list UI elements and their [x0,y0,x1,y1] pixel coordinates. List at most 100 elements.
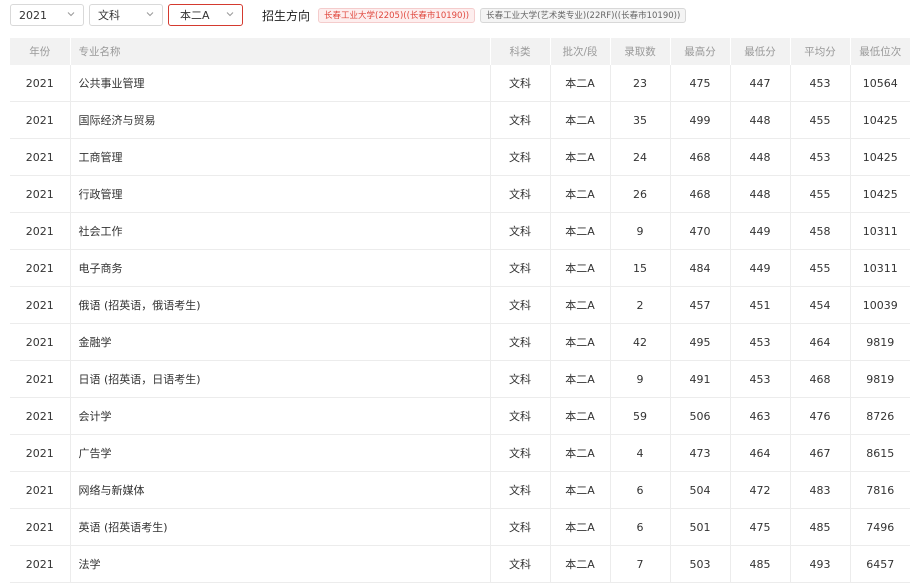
cell-subject: 文科 [490,360,551,398]
cell-avg-score: 453 [790,65,851,102]
year-select[interactable]: 2021 [10,4,84,26]
subject-select-value: 文科 [98,9,120,22]
cell-min-rank: 10311 [850,249,910,287]
cell-min-rank: 8726 [850,397,910,435]
table-row: 2021 法学 文科 本二A 7 503 485 493 6457 [10,545,910,583]
cell-subject: 文科 [490,138,551,176]
cell-min-score: 451 [730,286,791,324]
cell-batch: 本二A [550,249,611,287]
cell-year: 2021 [10,434,71,472]
cell-enrolled: 6 [610,471,671,509]
col-header-enrolled: 录取数 [610,38,671,65]
cell-max-score: 484 [670,249,731,287]
cell-max-score: 495 [670,323,731,361]
cell-avg-score: 483 [790,471,851,509]
cell-max-score: 468 [670,175,731,213]
cell-major: 广告学 [70,434,491,472]
cell-avg-score: 464 [790,323,851,361]
cell-major: 社会工作 [70,212,491,250]
cell-min-score: 447 [730,65,791,102]
table-row: 2021 会计学 文科 本二A 59 506 463 476 8726 [10,397,910,435]
cell-subject: 文科 [490,286,551,324]
cell-min-score: 485 [730,545,791,583]
cell-max-score: 470 [670,212,731,250]
table-row: 2021 行政管理 文科 本二A 26 468 448 455 10425 [10,175,910,213]
cell-enrolled: 7 [610,545,671,583]
cell-max-score: 503 [670,545,731,583]
cell-min-score: 472 [730,471,791,509]
table-header-row: 年份 专业名称 科类 批次/段 录取数 最高分 最低分 平均分 最低位次 [10,38,910,65]
cell-year: 2021 [10,212,71,250]
cell-batch: 本二A [550,286,611,324]
cell-min-score: 453 [730,323,791,361]
cell-year: 2021 [10,471,71,509]
cell-major: 英语 (招英语考生) [70,508,491,546]
cell-major: 法学 [70,545,491,583]
cell-avg-score: 485 [790,508,851,546]
cell-max-score: 491 [670,360,731,398]
cell-min-score: 449 [730,212,791,250]
cell-batch: 本二A [550,175,611,213]
cell-subject: 文科 [490,397,551,435]
cell-max-score: 499 [670,101,731,139]
cell-enrolled: 23 [610,65,671,102]
cell-avg-score: 458 [790,212,851,250]
cell-major: 公共事业管理 [70,65,491,102]
cell-min-score: 448 [730,101,791,139]
cell-min-rank: 7496 [850,508,910,546]
cell-major: 金融学 [70,323,491,361]
cell-min-score: 464 [730,434,791,472]
cell-min-rank: 6457 [850,545,910,583]
cell-batch: 本二A [550,545,611,583]
cell-avg-score: 493 [790,545,851,583]
cell-major: 电子商务 [70,249,491,287]
cell-enrolled: 2 [610,286,671,324]
cell-batch: 本二A [550,508,611,546]
cell-enrolled: 59 [610,397,671,435]
cell-subject: 文科 [490,323,551,361]
cell-batch: 本二A [550,323,611,361]
cell-major: 会计学 [70,397,491,435]
table-row: 2021 日语 (招英语，日语考生) 文科 本二A 9 491 453 468 9819 [10,360,910,398]
cell-subject: 文科 [490,249,551,287]
batch-select[interactable]: 本二A [168,4,243,26]
cell-major: 国际经济与贸易 [70,101,491,139]
cell-subject: 文科 [490,471,551,509]
cell-avg-score: 455 [790,249,851,287]
chevron-down-icon [146,12,154,17]
cell-year: 2021 [10,249,71,287]
table-row: 2021 国际经济与贸易 文科 本二A 35 499 448 455 10425 [10,101,910,139]
cell-min-rank: 10039 [850,286,910,324]
cell-major: 工商管理 [70,138,491,176]
subject-select[interactable]: 文科 [89,4,163,26]
cell-batch: 本二A [550,397,611,435]
table-row: 2021 社会工作 文科 本二A 9 470 449 458 10311 [10,212,910,250]
cell-enrolled: 4 [610,434,671,472]
cell-avg-score: 468 [790,360,851,398]
table-row: 2021 广告学 文科 本二A 4 473 464 467 8615 [10,434,910,472]
direction-tag-main[interactable]: 长春工业大学(2205)((长春市10190)) [318,7,476,23]
cell-min-score: 475 [730,508,791,546]
cell-year: 2021 [10,286,71,324]
cell-avg-score: 454 [790,286,851,324]
cell-min-rank: 10564 [850,65,910,102]
cell-enrolled: 42 [610,323,671,361]
cell-min-rank: 10425 [850,175,910,213]
cell-max-score: 504 [670,471,731,509]
cell-enrolled: 24 [610,138,671,176]
cell-year: 2021 [10,545,71,583]
col-header-min-rank: 最低位次 [850,38,910,65]
cell-year: 2021 [10,360,71,398]
cell-max-score: 473 [670,434,731,472]
cell-batch: 本二A [550,212,611,250]
direction-tag-art[interactable]: 长春工业大学(艺术类专业)(22RF)((长春市10190)) [480,7,687,23]
cell-year: 2021 [10,508,71,546]
cell-min-score: 453 [730,360,791,398]
batch-select-value: 本二A [180,9,210,22]
cell-max-score: 457 [670,286,731,324]
cell-avg-score: 467 [790,434,851,472]
cell-enrolled: 26 [610,175,671,213]
cell-enrolled: 15 [610,249,671,287]
cell-min-rank: 10425 [850,101,910,139]
cell-subject: 文科 [490,175,551,213]
